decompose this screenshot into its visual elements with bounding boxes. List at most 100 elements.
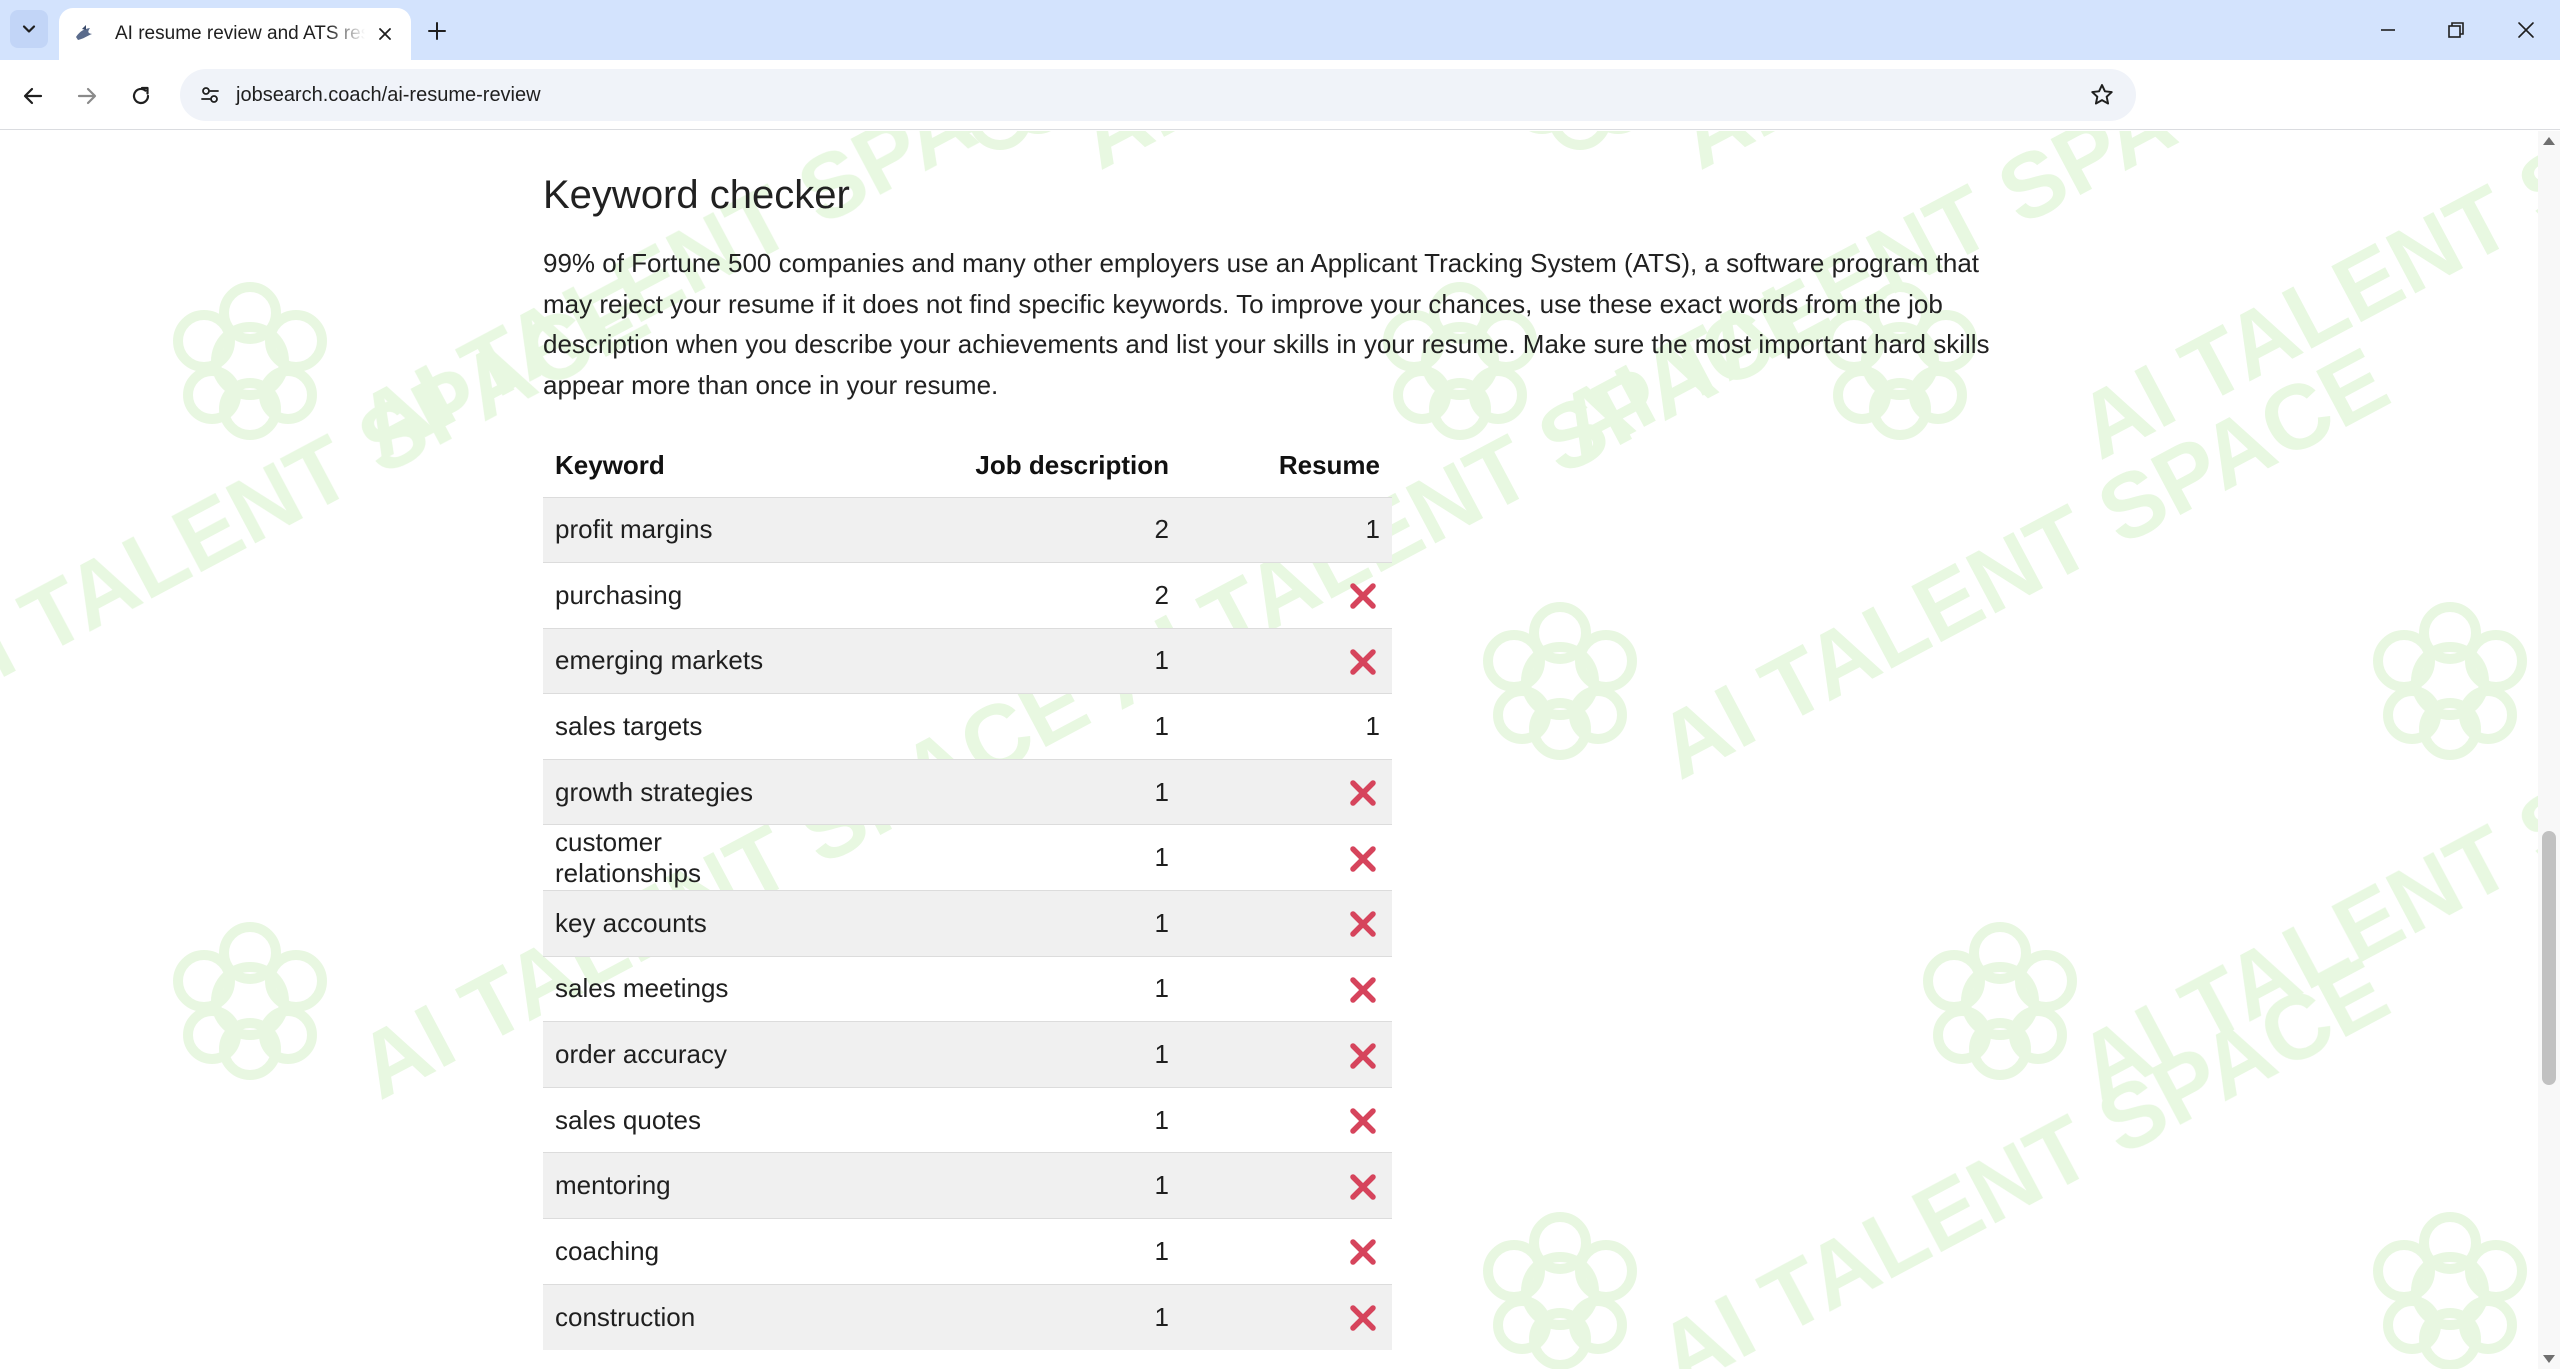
resume-missing-cell [1181,1021,1392,1088]
arrow-left-icon [23,87,43,105]
job-description-count-cell: 1 [819,1283,1181,1350]
cross-mark-icon [1350,649,1376,675]
keyword-cell: mentoring [543,1152,819,1219]
table-row: order accuracy 1 [543,1021,1392,1088]
scroll-down-arrow-icon[interactable] [2543,1355,2555,1363]
address-bar[interactable]: jobsearch.coach/ai-resume-review [180,69,2136,121]
bird-favicon-icon [73,22,97,46]
browser-toolbar: jobsearch.coach/ai-resume-review [0,60,2560,130]
keyword-cell: growth strategies [543,758,819,825]
section-title: Keyword checker [543,173,850,217]
resume-missing-cell [1181,824,1392,891]
keyword-cell: profit margins [543,496,819,563]
resume-missing-cell [1181,1152,1392,1219]
column-header-keyword: Keyword [555,450,665,481]
table-row: purchasing 2 [543,562,1392,629]
keyword-cell: sales meetings [543,955,819,1022]
job-description-count-cell: 1 [819,890,1181,957]
tab-title: AI resume review and ATS resume checker [115,23,365,44]
restore-window-button[interactable] [2434,10,2478,50]
keyword-checker-section: Keyword checker 99% of Fortune 500 compa… [543,171,1993,1350]
resume-missing-cell [1181,1283,1392,1350]
restore-icon [2448,22,2464,38]
job-description-count-cell: 1 [819,1086,1181,1153]
cross-mark-icon [1350,1174,1376,1200]
job-description-count-cell: 1 [819,758,1181,825]
vertical-scrollbar[interactable] [2538,131,2560,1369]
tab-search-button[interactable] [10,10,48,48]
watermark-text: AI TALENT SPACE [2062,131,2538,479]
resume-count-cell: 1 [1181,693,1392,760]
minimize-window-button[interactable] [2366,10,2410,50]
job-description-count-cell: 1 [819,824,1181,891]
table-row: mentoring 1 [543,1152,1392,1219]
page-viewport: AI TALENT SPACE AI TALENT SPACE AI TALENT … [0,131,2538,1369]
cross-mark-icon [1350,1042,1376,1069]
new-tab-button[interactable] [420,14,454,48]
scrollbar-thumb[interactable] [2542,831,2556,1085]
keyword-table: Keyword Job description Resume profit ma… [543,435,1392,1350]
reload-button[interactable] [121,76,161,116]
scroll-up-arrow-icon[interactable] [2543,137,2555,145]
resume-missing-cell [1181,758,1392,825]
resume-missing-cell [1181,1218,1392,1285]
job-description-count-cell: 1 [819,955,1181,1022]
table-header-row: Keyword Job description Resume [543,435,1392,497]
keyword-cell: coaching [543,1218,819,1285]
close-tab-icon[interactable] [373,22,397,46]
keyword-cell: customer relationships [543,824,819,891]
minimize-icon [2381,29,2395,31]
resume-missing-cell [1181,562,1392,629]
keyword-cell: construction [543,1283,819,1350]
plus-icon [428,22,446,40]
cross-mark-icon [1350,1305,1376,1331]
resume-missing-cell [1181,955,1392,1022]
job-description-count-cell: 2 [819,496,1181,563]
table-row: construction 1 [543,1283,1392,1350]
table-row: profit margins 2 1 [543,496,1392,563]
table-row: emerging markets 1 [543,627,1392,694]
table-row: customer relationships 1 [543,824,1392,891]
table-row: sales targets 1 1 [543,693,1392,760]
forward-button[interactable] [67,76,107,116]
cross-mark-icon [1350,1239,1376,1266]
site-info-icon[interactable] [186,71,234,119]
job-description-count-cell: 1 [819,1021,1181,1088]
column-header-resume: Resume [1278,450,1380,481]
arrow-right-icon [77,87,97,105]
resume-missing-cell [1181,890,1392,957]
table-row: key accounts 1 [543,890,1392,957]
keyword-cell: order accuracy [543,1021,819,1088]
job-description-count-cell: 1 [819,627,1181,694]
back-button[interactable] [13,76,53,116]
table-row: sales quotes 1 [543,1086,1392,1153]
keyword-cell: sales targets [543,693,819,760]
resume-missing-cell [1181,1086,1392,1153]
chevron-down-icon [22,25,36,33]
keyword-cell: emerging markets [543,627,819,694]
url-text[interactable]: jobsearch.coach/ai-resume-review [236,84,541,107]
cross-mark-icon [1350,977,1376,1003]
cross-mark-icon [1350,1108,1376,1134]
keyword-cell: sales quotes [543,1086,819,1153]
keyword-cell: purchasing [543,562,819,629]
reload-icon [132,86,150,105]
watermark-text: AI TALENT SPACE [2062,649,2538,1119]
job-description-count-cell: 1 [819,1152,1181,1219]
cross-mark-icon [1350,911,1376,938]
active-tab[interactable]: AI resume review and ATS resume checker [59,8,411,60]
resume-count-cell: 1 [1181,496,1392,563]
job-description-count-cell: 1 [819,693,1181,760]
cross-mark-icon [1350,780,1376,806]
cross-mark-icon [1350,846,1376,872]
tab-strip: AI resume review and ATS resume checker [0,0,2560,60]
close-window-button[interactable] [2504,10,2548,50]
close-icon [2518,22,2534,38]
keyword-cell: key accounts [543,890,819,957]
section-intro: 99% of Fortune 500 companies and many ot… [543,248,1990,400]
resume-missing-cell [1181,627,1392,694]
job-description-count-cell: 2 [819,562,1181,629]
table-row: sales meetings 1 [543,955,1392,1022]
cross-mark-icon [1350,583,1376,610]
bookmark-star-icon[interactable] [2088,81,2116,109]
